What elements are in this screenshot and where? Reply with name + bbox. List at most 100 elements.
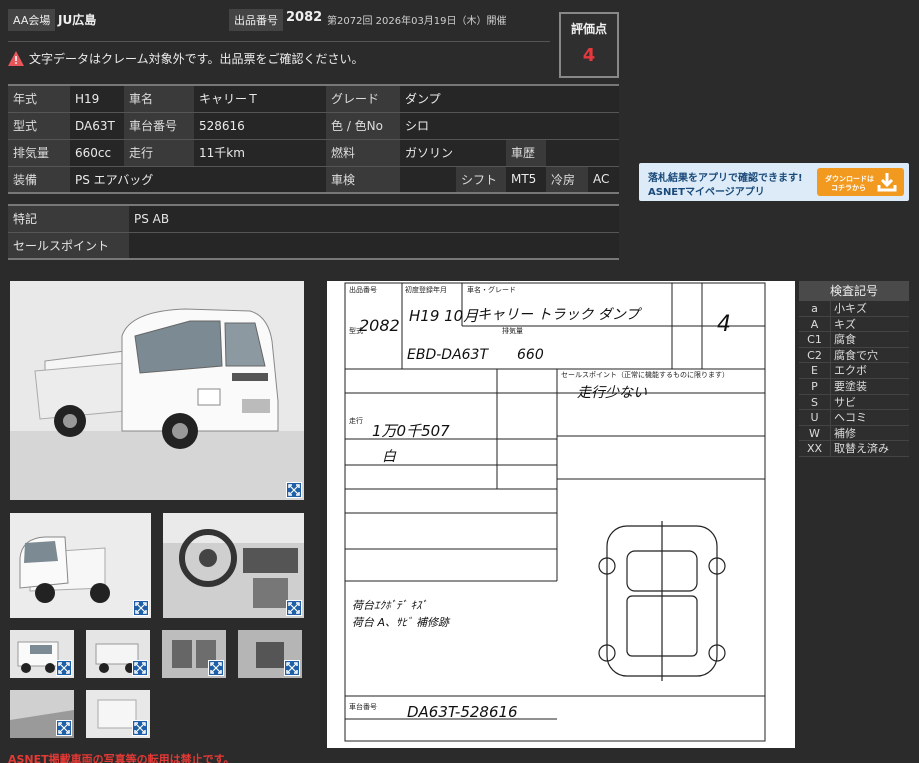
name-label: 車名 — [124, 84, 194, 113]
warning-text: 文字データはクレーム対象外です。出品票をご確認ください。 — [29, 52, 364, 66]
inspection-desc: キズ — [834, 317, 856, 331]
color-label: 色 / 色No — [326, 111, 400, 140]
model-value: DA63T — [70, 111, 124, 140]
inspection-desc: 取替え済み — [834, 442, 889, 456]
inspection-code: S — [799, 394, 831, 410]
history-label: 車歴 — [506, 138, 546, 167]
inspection-legend-row: A キズ — [799, 316, 909, 333]
displacement-label: 排気量 — [8, 138, 70, 167]
expand-icon[interactable] — [286, 482, 302, 498]
inspection-legend-row: W 補修 — [799, 425, 909, 442]
sheet-lot-label: 出品番号 — [349, 285, 377, 294]
model-label: 型式 — [8, 111, 70, 140]
inspection-value — [400, 165, 456, 194]
inspection-legend-row: S サビ — [799, 394, 909, 411]
sheet-notes-1: 荷台ｴｸﾎﾞﾃﾞ ｷｽﾞ — [352, 599, 427, 612]
inspection-desc: サビ — [834, 395, 856, 409]
expand-icon[interactable] — [286, 600, 302, 616]
sheet-model-value: EBD-DA63T — [407, 347, 489, 363]
spec-row: 排気量 660cc 走行 11千km 燃料 ガソリン 車歴 — [8, 138, 619, 167]
fuel-label: 燃料 — [326, 138, 400, 167]
displacement-value: 660cc — [70, 138, 124, 167]
score-value: 4 — [582, 45, 596, 66]
inspection-code: XX — [799, 441, 831, 456]
app-banner[interactable]: 落札結果をアプリで確認できます! ASNETマイページアプリ ダウンロードは コ… — [639, 163, 909, 201]
sheet-year-label: 初度登録年月 — [405, 285, 447, 294]
shift-label: シフト — [456, 165, 506, 194]
history-value — [546, 138, 619, 167]
inspection-legend-row: P 要塗装 — [799, 378, 909, 395]
grade-value: ダンプ — [400, 84, 619, 113]
inspection-legend-row: C2 腐食で穴 — [799, 347, 909, 364]
expand-icon[interactable] — [56, 720, 72, 736]
expand-icon[interactable] — [132, 720, 148, 736]
notes-table: 特記 PS AB セールスポイント — [8, 204, 619, 260]
sales-point-value — [129, 232, 619, 260]
inspection-legend-row: XX 取替え済み — [799, 441, 909, 457]
inspection-desc: 腐食 — [834, 333, 856, 347]
mileage-label: 走行 — [124, 138, 194, 167]
score-label: 評価点 — [570, 22, 607, 36]
auction-sheet[interactable]: 出品番号 初度登録年月 車名・グレード 型式 排気量 セールスポイント（正常に機… — [327, 281, 795, 748]
thumb-photo[interactable] — [10, 630, 74, 678]
inspection-code: C2 — [799, 347, 831, 363]
copyright-notice: ASNET掲載車両の写真等の転用は禁止です。 — [8, 753, 235, 763]
inspection-desc: エクボ — [834, 364, 867, 378]
expand-icon[interactable] — [132, 660, 148, 676]
sheet-sales-value: 走行少ない — [577, 385, 647, 401]
expand-icon[interactable] — [133, 600, 149, 616]
thumb-photo[interactable] — [86, 630, 150, 678]
mileage-value: 11千km — [194, 138, 326, 167]
truck-side-image — [10, 513, 151, 618]
score-box: 評価点 4 — [559, 12, 619, 78]
equipment-value: PS エアバッグ — [70, 165, 326, 194]
equipment-label: 装備 — [8, 165, 70, 194]
year-label: 年式 — [8, 84, 70, 113]
inspection-desc: 小キズ — [834, 302, 867, 315]
expand-icon[interactable] — [56, 660, 72, 676]
thumb-photo[interactable] — [162, 630, 226, 678]
aa-value: JU広島 — [58, 13, 97, 27]
warning-icon — [8, 51, 24, 66]
inspection-legend-row: U ヘコミ — [799, 410, 909, 426]
thumb-photo[interactable] — [86, 690, 150, 738]
inspection-desc: ヘコミ — [834, 411, 867, 425]
spec-row: 型式 DA63T 車台番号 528616 色 / 色No シロ — [8, 111, 619, 140]
sheet-expand-icon[interactable] — [775, 730, 793, 748]
sheet-chassis-label: 車台番号 — [349, 702, 377, 711]
notes-row: 特記 PS AB — [8, 205, 619, 233]
inspection-code: P — [799, 378, 831, 394]
inspection-desc: 補修 — [834, 426, 856, 440]
inspection-legend-row: C1 腐食 — [799, 332, 909, 348]
expand-icon[interactable] — [208, 660, 224, 676]
truck-image — [10, 281, 304, 500]
sheet-chassis-value: DA63T-528616 — [407, 703, 518, 721]
fuel-value: ガソリン — [400, 138, 506, 167]
inspection-desc: 要塗装 — [834, 379, 867, 393]
download-icon — [876, 171, 898, 196]
inspection-code: C1 — [799, 332, 831, 347]
color-value: シロ — [400, 111, 619, 140]
chassis-value: 528616 — [194, 111, 326, 140]
inspection-code: U — [799, 410, 831, 425]
thumb-photo[interactable] — [163, 513, 304, 618]
inspection-legend-row: E エクボ — [799, 363, 909, 379]
download-button[interactable]: ダウンロードは コチラから — [817, 168, 904, 196]
spec-row: 装備 PS エアバッグ 車検 シフト MT5 冷房 AC — [8, 165, 619, 194]
thumb-photo[interactable] — [10, 690, 74, 738]
ac-value: AC — [588, 165, 619, 194]
expand-icon[interactable] — [284, 660, 300, 676]
ac-label: 冷房 — [546, 165, 588, 194]
thumb-photo[interactable] — [238, 630, 302, 678]
sheet-sales-label: セールスポイント（正常に機能するものに限ります） — [561, 370, 729, 379]
sheet-score-value: 4 — [717, 312, 731, 337]
header: AA会場 JU広島 出品番号 2082 第2072回 2026年03月19日（木… — [8, 6, 550, 42]
download-label-2: コチラから — [831, 184, 866, 192]
name-value: キャリーＴ — [194, 84, 326, 113]
thumb-photo[interactable] — [10, 513, 151, 618]
banner-subtitle: ASNETマイページアプリ — [648, 187, 765, 198]
special-label: 特記 — [8, 205, 129, 233]
year-value: H19 — [70, 84, 124, 113]
main-photo[interactable] — [10, 281, 304, 500]
spec-row: 年式 H19 車名 キャリーＴ グレード ダンプ — [8, 84, 619, 113]
